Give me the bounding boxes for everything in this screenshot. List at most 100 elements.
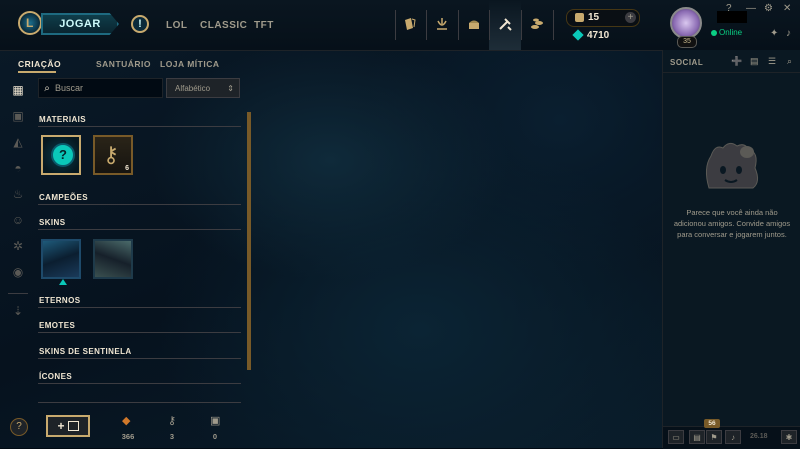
key-fragment-icon: ⚷ <box>168 415 177 427</box>
skin-shard-item[interactable] <box>41 239 81 285</box>
chest-count-icon: ▣ <box>210 415 221 427</box>
blue-essence-value: 4710 <box>587 30 610 41</box>
section-skins: SKINS <box>39 218 66 227</box>
loot-chest-icon[interactable] <box>463 13 485 35</box>
inventory-list: MATERIAIS ? ⚷ 6 CAMPEÕES SKINS ETERNOS E… <box>38 108 242 408</box>
hextech-key-item[interactable]: ⚷ 6 <box>93 135 133 175</box>
section-divider <box>38 332 241 333</box>
poro-icon <box>705 142 759 189</box>
tab-crafting[interactable]: CRIAÇÃO <box>18 59 61 69</box>
rail-divider <box>8 293 28 294</box>
tab-mythic-shop[interactable]: LOJA MÍTICA <box>160 59 220 69</box>
category-rail: ▦ ▣ ◭ ◓ ♨ ☺ ✲ ◉ ⇣ <box>0 74 36 448</box>
riot-points-icon <box>575 13 584 22</box>
mystery-material-item[interactable]: ? <box>41 135 81 175</box>
emote-smile-icon[interactable]: ☺ <box>10 212 26 228</box>
online-status-icon <box>711 30 717 36</box>
section-icons: ÍCONES <box>39 372 73 381</box>
add-rp-button[interactable]: + <box>625 12 636 23</box>
section-ward-skins: SKINS DE SENTINELA <box>39 347 132 356</box>
scroll-thumb[interactable] <box>247 112 251 370</box>
dropdown-arrows-icon: ⇕ <box>227 83 234 93</box>
help-button[interactable]: ? <box>10 418 28 436</box>
profile-area: 35 Online ? — ⚙ ✕ ✦ ♪ <box>662 0 800 50</box>
add-folder-icon[interactable]: ▤ <box>750 56 759 67</box>
profile-icon-filter-icon[interactable]: ◉ <box>10 264 26 280</box>
nav-link-lol[interactable]: LOL <box>166 20 188 31</box>
search-icon: ⌕ <box>44 82 50 94</box>
social-title: SOCIAL <box>670 58 704 67</box>
section-materials: MATERIAIS <box>39 115 87 124</box>
ranked-crest-icon[interactable] <box>431 13 453 35</box>
clash-icon[interactable]: ⚑ <box>706 430 722 444</box>
avatar[interactable] <box>670 7 702 39</box>
flame-icon[interactable]: ♨ <box>10 186 26 202</box>
social-panel: SOCIAL ➕ ▤ ☰ ⌕ Parece que você ainda não… <box>662 50 800 449</box>
key-fragment-count: 3 <box>169 432 175 441</box>
mission-icon[interactable]: ✦ <box>770 28 778 39</box>
currency-panel: 15 + 4710 <box>566 9 650 43</box>
crafting-hammer-icon[interactable] <box>494 13 516 35</box>
key-icon: ⚷ <box>103 142 120 167</box>
upgrade-indicator-icon <box>59 279 67 285</box>
search-placeholder: Buscar <box>55 83 84 93</box>
search-friends-icon[interactable]: ⌕ <box>787 56 792 67</box>
play-button[interactable]: JOGAR <box>41 13 119 35</box>
blue-essence-icon <box>572 29 584 41</box>
list-view-icon[interactable]: ☰ <box>768 56 776 67</box>
section-eternals: ETERNOS <box>39 296 81 305</box>
loot-footer: + ◆ 366 ⚷ 3 ▣ 0 <box>36 408 250 448</box>
notes-icon[interactable]: ▤ <box>689 430 705 444</box>
craft-key-button[interactable]: + <box>46 415 90 437</box>
minimize-button[interactable]: — <box>746 3 756 14</box>
collection-cards-icon[interactable] <box>399 13 421 35</box>
key-count: 6 <box>125 165 129 172</box>
social-footer: ▭ ▤ 56 ⚑ ♪ 26.18 ✱ <box>663 419 800 449</box>
skin-mask-icon[interactable]: ◓ <box>10 160 26 176</box>
voice-icon[interactable]: ♪ <box>725 430 741 444</box>
empty-friends-message: Parece que você ainda não adicionou amig… <box>673 208 791 239</box>
nav-divider <box>458 10 459 40</box>
section-champions: CAMPEÕES <box>39 193 88 202</box>
section-divider <box>38 307 241 308</box>
help-window-button[interactable]: ? <box>726 3 732 14</box>
section-divider <box>38 204 241 205</box>
nav-divider <box>489 10 490 40</box>
notification-badge: 56 <box>704 419 720 428</box>
settings-gear-icon[interactable]: ⚙ <box>764 3 773 14</box>
search-input[interactable]: ⌕ Buscar <box>38 78 163 98</box>
question-icon: ? <box>51 143 75 167</box>
chat-icon[interactable]: ▭ <box>668 430 684 444</box>
ward-icon[interactable]: ✲ <box>10 238 26 254</box>
nav-link-tft[interactable]: TFT <box>254 20 274 31</box>
report-bug-icon[interactable]: ✱ <box>781 430 797 444</box>
online-status-text[interactable]: Online <box>719 28 742 37</box>
riot-points-value: 15 <box>588 12 600 23</box>
riot-points-pill[interactable]: 15 + <box>566 9 640 27</box>
league-logo-icon[interactable]: L <box>18 11 42 35</box>
nav-link-classic[interactable]: CLASSIC <box>200 20 247 31</box>
inventory-scrollbar[interactable] <box>247 112 251 370</box>
section-divider <box>38 358 241 359</box>
notification-bell-icon[interactable]: ♪ <box>786 28 791 39</box>
chest-filter-icon[interactable]: ▣ <box>10 108 26 124</box>
chest-icon <box>67 421 79 431</box>
active-tab-underline <box>18 71 56 73</box>
client-version: 26.18 <box>750 433 768 440</box>
add-friend-icon[interactable]: ➕ <box>731 56 742 67</box>
nav-divider <box>395 10 396 40</box>
tab-sanctum[interactable]: SANTUÁRIO <box>96 59 151 69</box>
skin-shard-item[interactable] <box>93 239 133 279</box>
grid-all-icon[interactable]: ▦ <box>10 82 26 98</box>
champion-helmet-icon[interactable]: ◭ <box>10 134 26 150</box>
store-coins-icon[interactable] <box>526 13 548 35</box>
close-button[interactable]: ✕ <box>783 3 791 14</box>
alert-icon[interactable]: ! <box>131 15 149 33</box>
nav-divider <box>426 10 427 40</box>
disenchant-icon[interactable]: ⇣ <box>10 303 26 319</box>
section-emotes: EMOTES <box>39 321 76 330</box>
orange-essence-icon: ◆ <box>122 415 131 427</box>
sort-value: Alfabético <box>175 83 211 93</box>
nav-divider <box>553 10 554 40</box>
sort-dropdown[interactable]: Alfabético ⇕ <box>166 78 240 98</box>
